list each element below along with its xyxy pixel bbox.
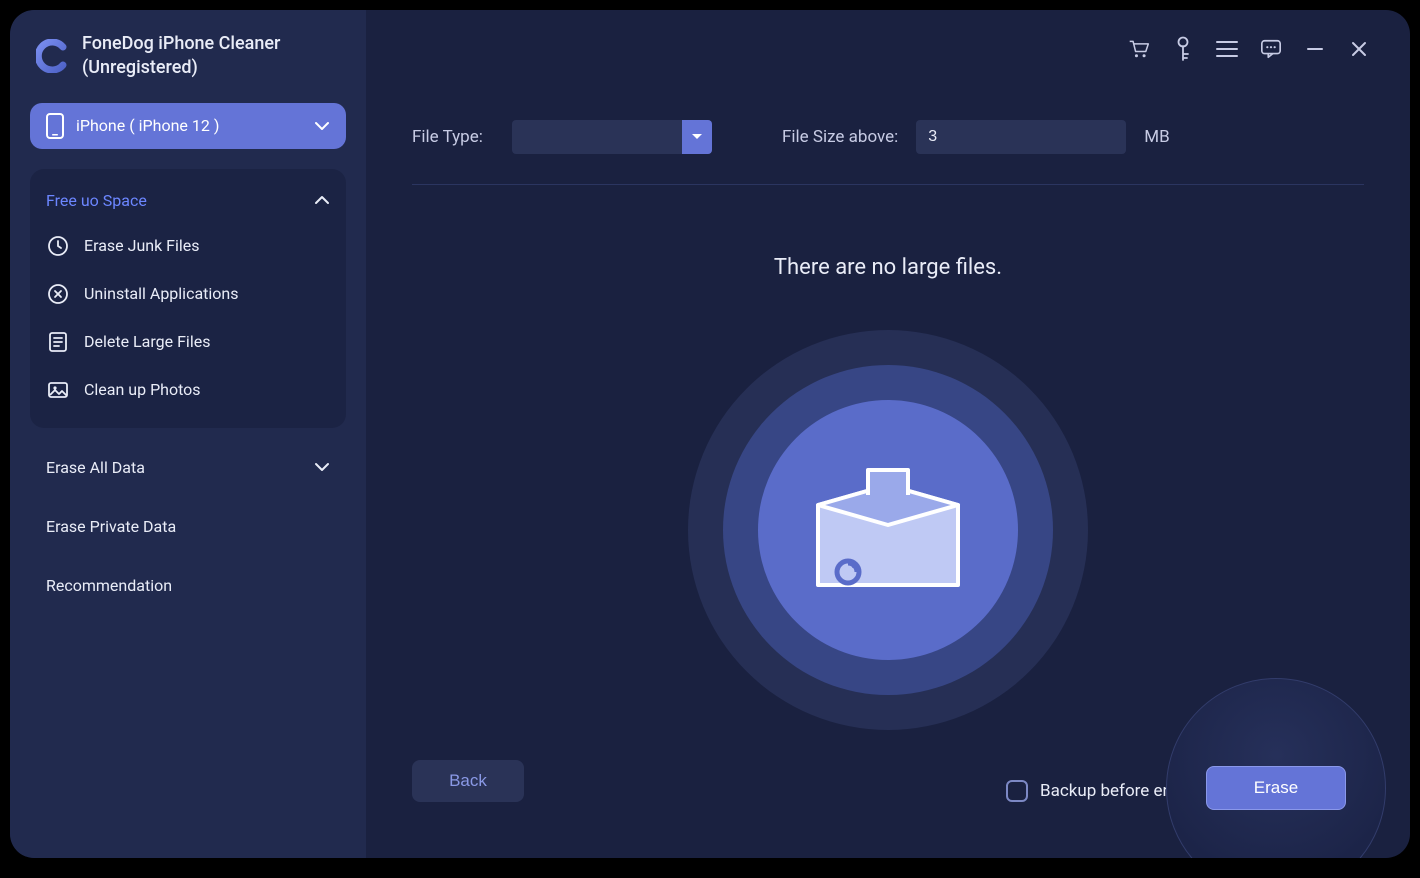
brand-row: FoneDog iPhone Cleaner (Unregistered) [30,32,346,81]
menu-recommendation[interactable]: Recommendation [30,556,346,615]
file-type-dropdown[interactable] [512,120,712,154]
brand-logo-icon [36,39,70,73]
free-space-panel: Free uo Space Erase Junk Files Uninstall… [30,169,346,428]
menu-collapsed-label: Recommendation [46,576,172,595]
menu-collapsed-label: Erase Private Data [46,517,176,536]
app-window: FoneDog iPhone Cleaner (Unregistered) iP… [10,10,1410,858]
menu-header-label: Free uo Space [46,191,147,210]
brand-title: FoneDog iPhone Cleaner (Unregistered) [82,32,280,81]
menu-item-uninstall-apps[interactable]: Uninstall Applications [30,270,346,318]
device-selector[interactable]: iPhone ( iPhone 12 ) [30,103,346,149]
menu-item-label: Uninstall Applications [84,284,239,303]
chat-icon[interactable] [1260,38,1282,60]
uninstall-icon [46,282,70,306]
menu-item-label: Erase Junk Files [84,236,200,255]
menu-erase-all-data[interactable]: Erase All Data [30,438,346,497]
menu-item-label: Delete Large Files [84,332,210,351]
chevron-up-icon [314,195,330,205]
titlebar-icons [1128,38,1370,60]
empty-state-graphic [688,330,1088,730]
file-list-icon [46,330,70,354]
main-panel: File Type: File Size above: MB There are… [366,10,1410,858]
backup-checkbox[interactable] [1006,780,1028,802]
key-icon[interactable] [1172,38,1194,60]
phone-icon [46,113,64,139]
close-icon[interactable] [1348,38,1370,60]
menu-header-free-space[interactable]: Free uo Space [30,179,346,222]
photo-icon [46,378,70,402]
file-size-input[interactable] [916,120,1126,154]
erase-circle: Erase [1166,678,1386,858]
file-size-label: File Size above: [782,127,898,147]
file-type-label: File Type: [412,127,494,147]
menu-icon[interactable] [1216,38,1238,60]
menu-item-label: Clean up Photos [84,380,201,399]
filter-bar: File Type: File Size above: MB [412,120,1364,185]
sidebar: FoneDog iPhone Cleaner (Unregistered) iP… [10,10,366,858]
chevron-down-icon [314,121,330,131]
brand-line1: FoneDog iPhone Cleaner [82,32,280,56]
empty-box-icon [798,450,978,610]
back-button[interactable]: Back [412,760,524,802]
cart-icon[interactable] [1128,38,1150,60]
erase-button[interactable]: Erase [1206,766,1346,810]
device-label: iPhone ( iPhone 12 ) [76,116,302,135]
menu-collapsed-label: Erase All Data [46,458,145,477]
brand-line2: (Unregistered) [82,56,280,80]
chevron-down-icon [314,462,330,472]
file-size-unit: MB [1144,127,1169,147]
menu-item-cleanup-photos[interactable]: Clean up Photos [30,366,346,414]
clock-icon [46,234,70,258]
dropdown-arrow-icon [682,120,712,154]
menu-item-delete-large-files[interactable]: Delete Large Files [30,318,346,366]
minimize-icon[interactable] [1304,38,1326,60]
menu-item-erase-junk[interactable]: Erase Junk Files [30,222,346,270]
status-text: There are no large files. [412,255,1364,280]
menu-erase-private-data[interactable]: Erase Private Data [30,497,346,556]
